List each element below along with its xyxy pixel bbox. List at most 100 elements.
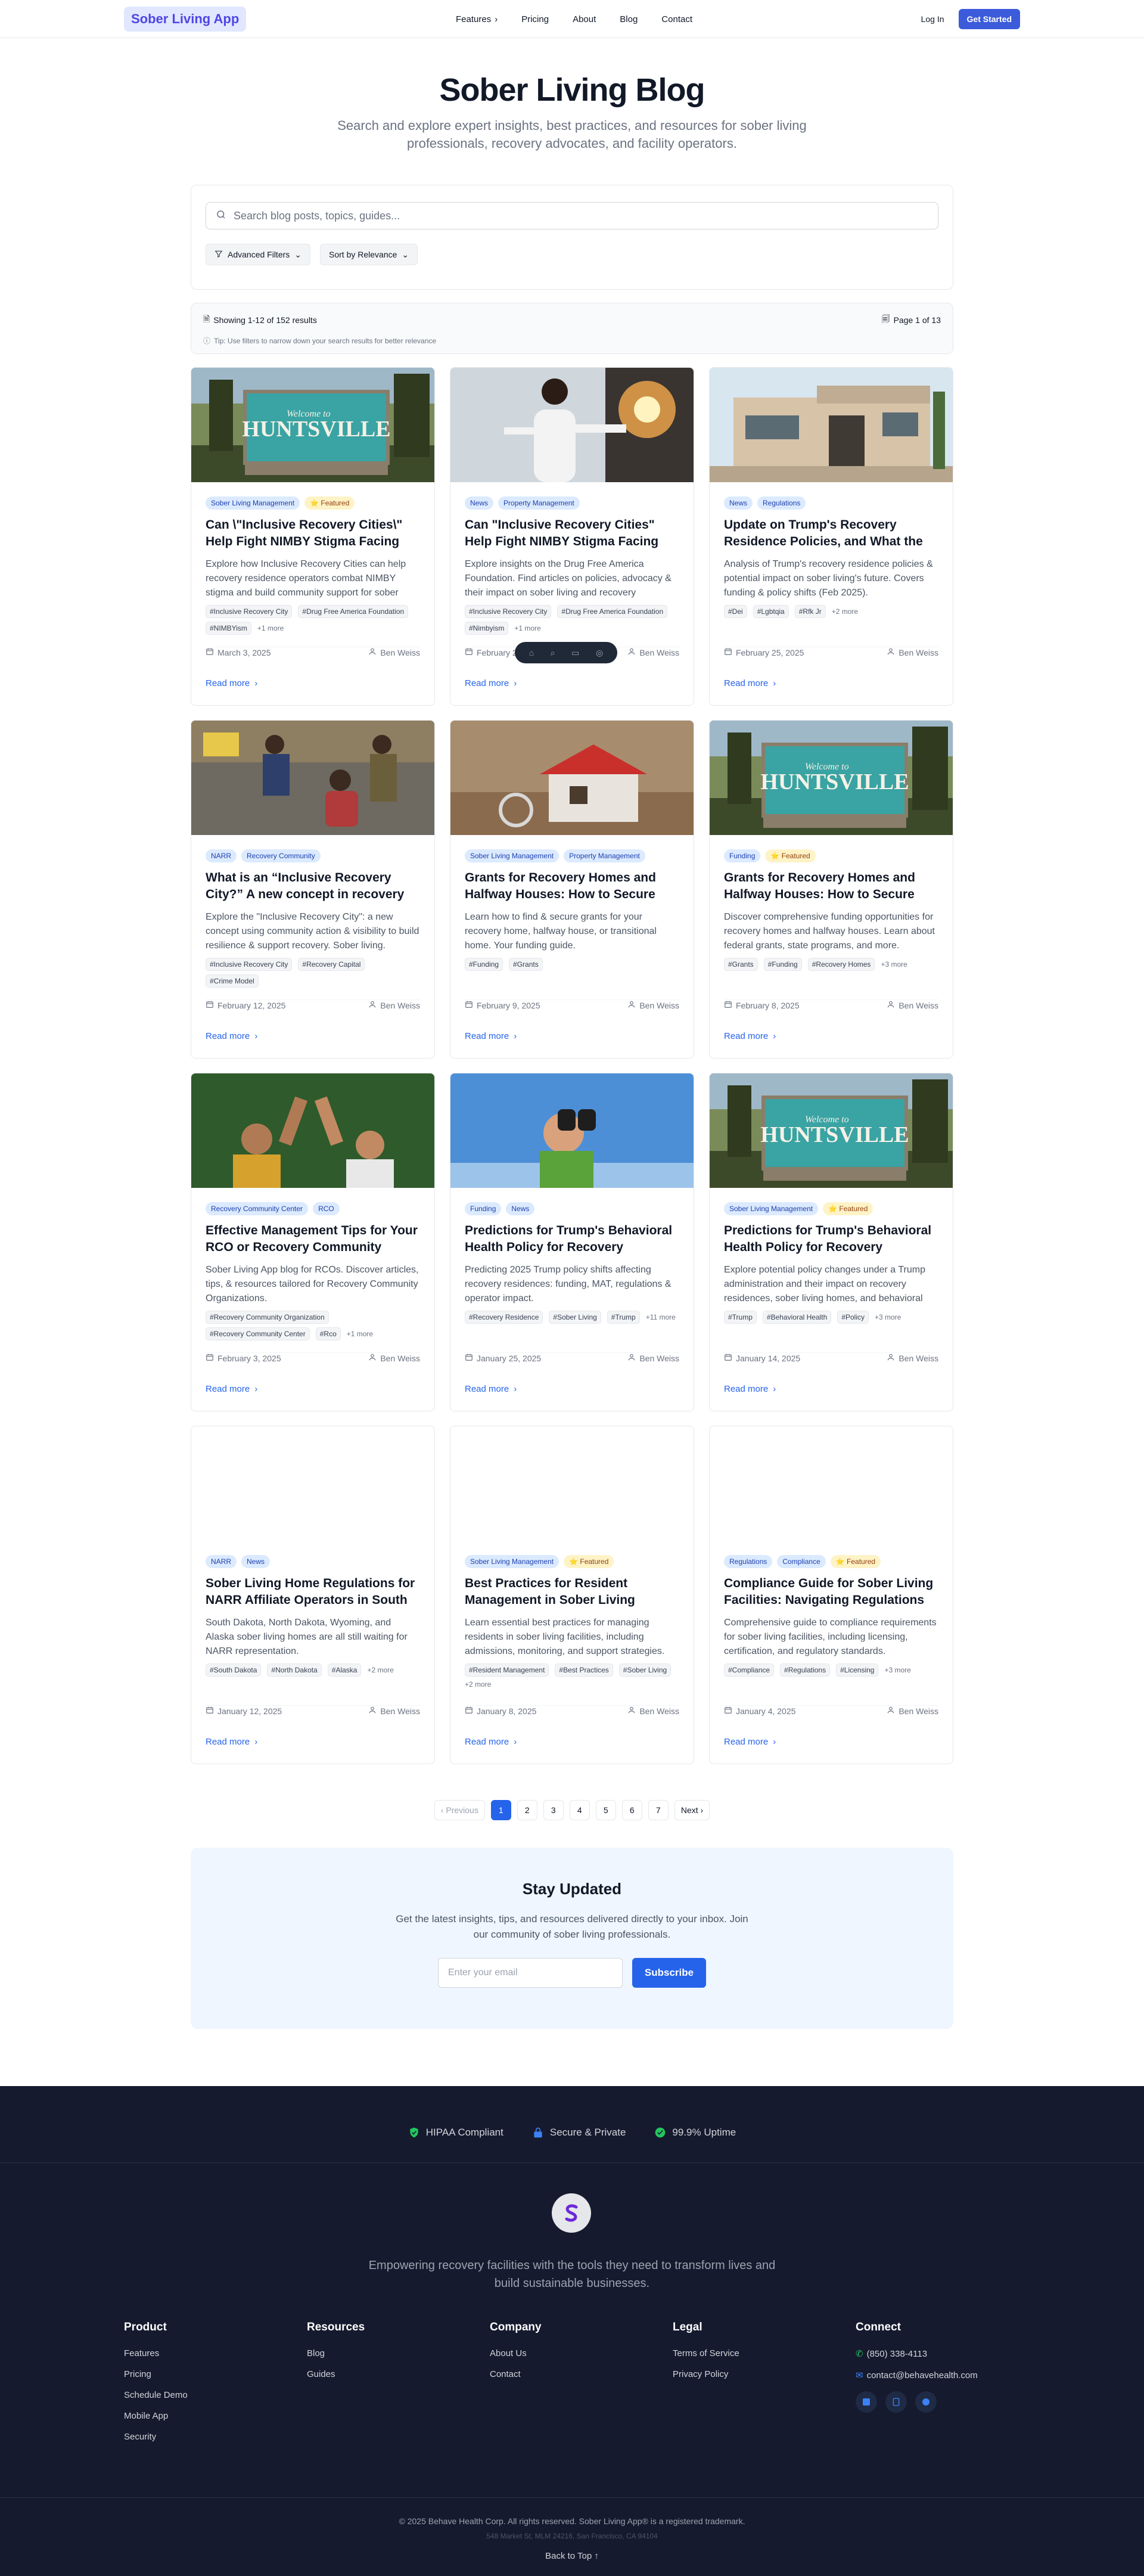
tag-chip[interactable]: #Grants xyxy=(509,958,543,971)
tag-chip[interactable]: #Grants xyxy=(724,958,758,971)
read-more-link[interactable]: Read more › xyxy=(206,1737,257,1747)
read-more-link[interactable]: Read more › xyxy=(724,1384,776,1394)
settings-icon[interactable]: ◎ xyxy=(596,648,603,658)
login-link[interactable]: Log In xyxy=(921,14,944,24)
tag-chip[interactable]: #North Dakota xyxy=(267,1663,322,1677)
post-title[interactable]: Predictions for Trump's Behavioral Healt… xyxy=(465,1222,679,1256)
app-icon[interactable] xyxy=(915,2391,937,2413)
screen-icon[interactable]: ▭ xyxy=(571,648,579,658)
read-more-link[interactable]: Read more › xyxy=(206,1031,257,1041)
tag-chip[interactable]: #Funding xyxy=(465,958,503,971)
tag-chip[interactable]: #Policy xyxy=(837,1311,869,1324)
search-input[interactable]: Search blog posts, topics, guides... xyxy=(206,202,938,229)
page-button[interactable]: 7 xyxy=(648,1800,669,1820)
post-thumbnail[interactable] xyxy=(710,368,953,482)
read-more-link[interactable]: Read more › xyxy=(724,1737,776,1747)
blog-card[interactable]: News Property Management Can "Inclusive R… xyxy=(450,367,694,706)
post-thumbnail[interactable]: HUNTSVILLE Welcome to xyxy=(191,368,434,482)
tag-chip[interactable]: #Funding xyxy=(763,958,802,971)
tag-chip[interactable]: #Drug Free America Foundation xyxy=(298,605,409,618)
read-more-link[interactable]: Read more › xyxy=(465,1737,517,1747)
read-more-link[interactable]: Read more › xyxy=(206,1384,257,1394)
post-thumbnail[interactable] xyxy=(710,1426,953,1541)
footer-link[interactable]: Schedule Demo xyxy=(124,2390,307,2400)
more-tags[interactable]: +2 more xyxy=(465,1680,491,1689)
document-icon[interactable] xyxy=(885,2391,907,2413)
blog-card[interactable]: HUNTSVILLE Welcome to Sober Living Manage… xyxy=(709,1073,953,1411)
blog-card[interactable]: HUNTSVILLE Welcome to Sober Living Manage… xyxy=(191,367,435,706)
more-tags[interactable]: +1 more xyxy=(514,624,540,632)
post-thumbnail[interactable] xyxy=(450,721,694,835)
footer-link[interactable]: Terms of Service xyxy=(673,2348,856,2358)
email-field[interactable]: Enter your email xyxy=(438,1958,623,1988)
tag-chip[interactable]: #Recovery Community Center xyxy=(206,1327,310,1340)
tag-chip[interactable]: #Inclusive Recovery City xyxy=(206,605,293,618)
tag-chip[interactable]: #Recovery Residence xyxy=(465,1311,543,1324)
tag-chip[interactable]: #Inclusive Recovery City xyxy=(465,605,552,618)
read-more-link[interactable]: Read more › xyxy=(724,678,776,688)
post-title[interactable]: Update on Trump's Recovery Residence Pol… xyxy=(724,517,938,550)
post-title[interactable]: Grants for Recovery Homes and Halfway Ho… xyxy=(724,870,938,903)
post-thumbnail[interactable]: HUNTSVILLE Welcome to xyxy=(710,721,953,835)
post-thumbnail[interactable]: HUNTSVILLE Welcome to xyxy=(710,1073,953,1188)
phone-link[interactable]: ✆ (850) 338-4113 xyxy=(856,2348,1039,2360)
footer-link[interactable]: Mobile App xyxy=(124,2411,307,2421)
more-tags[interactable]: +3 more xyxy=(881,960,907,969)
tag-chip[interactable]: #Recovery Community Organization xyxy=(206,1311,329,1324)
footer-link[interactable]: Guides xyxy=(307,2369,490,2379)
page-button[interactable]: 4 xyxy=(569,1800,590,1820)
tag-chip[interactable]: #Nimbyism xyxy=(465,622,509,635)
more-tags[interactable]: +11 more xyxy=(646,1313,676,1321)
back-to-top-link[interactable]: Back to Top ↑ xyxy=(0,2551,1144,2561)
prev-page-button[interactable]: ‹ Previous xyxy=(434,1800,485,1820)
floating-toolbar[interactable]: ⌂ ⌕ ▭ ◎ xyxy=(515,642,617,663)
blog-card[interactable]: HUNTSVILLE Welcome to Funding ⭐ Featured G… xyxy=(709,720,953,1059)
footer-link[interactable]: Blog xyxy=(307,2348,490,2358)
nav-link-about[interactable]: About xyxy=(573,14,596,24)
post-title[interactable]: Compliance Guide for Sober Living Facili… xyxy=(724,1575,938,1609)
tag-chip[interactable]: #Sober Living xyxy=(549,1311,601,1324)
tag-chip[interactable]: #Rco xyxy=(315,1327,341,1340)
post-thumbnail[interactable] xyxy=(191,1426,434,1541)
read-more-link[interactable]: Read more › xyxy=(206,678,257,688)
post-title[interactable]: Best Practices for Resident Management i… xyxy=(465,1575,679,1609)
tag-chip[interactable]: #Behavioral Health xyxy=(762,1311,832,1324)
more-tags[interactable]: +2 more xyxy=(367,1666,393,1674)
blog-card[interactable]: Funding News Predictions for Trump's Beha… xyxy=(450,1073,694,1411)
tag-chip[interactable]: #Inclusive Recovery City xyxy=(206,958,293,971)
post-thumbnail[interactable] xyxy=(191,721,434,835)
nav-link-features[interactable]: Features › xyxy=(456,14,498,24)
post-thumbnail[interactable] xyxy=(191,1073,434,1188)
blog-card[interactable]: Sober Living Management Property Manageme… xyxy=(450,720,694,1059)
next-page-button[interactable]: Next › xyxy=(674,1800,710,1820)
tag-chip[interactable]: #Crime Model xyxy=(206,974,259,988)
tag-chip[interactable]: #Drug Free America Foundation xyxy=(557,605,668,618)
page-button[interactable]: 6 xyxy=(621,1800,642,1820)
post-title[interactable]: Grants for Recovery Homes and Halfway Ho… xyxy=(465,870,679,903)
more-tags[interactable]: +1 more xyxy=(257,624,284,632)
read-more-link[interactable]: Read more › xyxy=(465,678,517,688)
blog-card[interactable]: News Regulations Update on Trump's Recove… xyxy=(709,367,953,706)
read-more-link[interactable]: Read more › xyxy=(724,1031,776,1041)
page-button[interactable]: 3 xyxy=(543,1800,564,1820)
tag-chip[interactable]: #NIMBYism xyxy=(206,622,251,635)
post-title[interactable]: Can \"Inclusive Recovery Cities\" Help F… xyxy=(206,517,420,550)
nav-link-contact[interactable]: Contact xyxy=(661,14,692,24)
post-title[interactable]: Predictions for Trump's Behavioral Healt… xyxy=(724,1222,938,1256)
nav-link-blog[interactable]: Blog xyxy=(620,14,638,24)
post-title[interactable]: Sober Living Home Regulations for NARR A… xyxy=(206,1575,420,1609)
subscribe-button[interactable]: Subscribe xyxy=(632,1958,706,1988)
tag-chip[interactable]: #Recovery Homes xyxy=(807,958,875,971)
more-tags[interactable]: +1 more xyxy=(347,1330,373,1338)
blog-card[interactable]: Regulations Compliance ⭐ Featured Complian… xyxy=(709,1426,953,1764)
tag-chip[interactable]: #Alaska xyxy=(327,1663,362,1677)
page-button[interactable]: 1 xyxy=(490,1800,511,1820)
tag-chip[interactable]: #Best Practices xyxy=(555,1663,613,1677)
tag-chip[interactable]: #Resident Management xyxy=(465,1663,549,1677)
nav-link-pricing[interactable]: Pricing xyxy=(521,14,549,24)
blog-card[interactable]: NARR Recovery Community What is an “Inclu… xyxy=(191,720,435,1059)
zoom-icon[interactable]: ⌕ xyxy=(551,648,555,658)
email-link[interactable]: ✉ contact@behavehealth.com xyxy=(856,2370,1039,2381)
page-button[interactable]: 2 xyxy=(517,1800,537,1820)
more-tags[interactable]: +2 more xyxy=(832,607,858,616)
